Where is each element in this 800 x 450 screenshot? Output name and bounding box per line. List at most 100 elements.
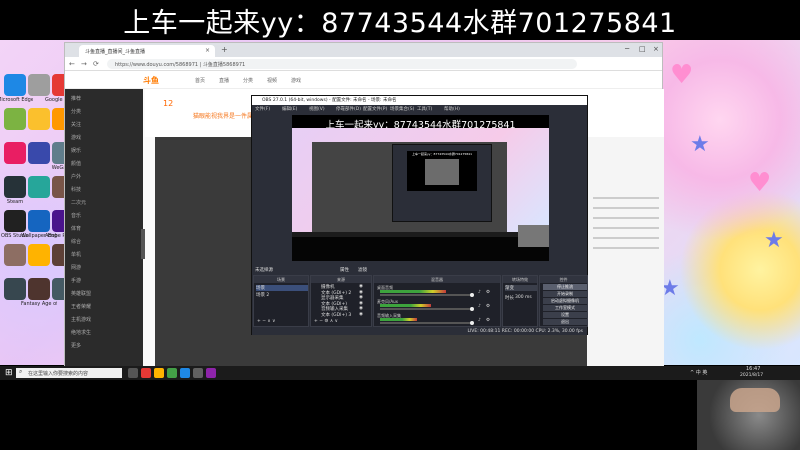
filters-tab[interactable]: 滤镜: [358, 267, 367, 273]
scene-item[interactable]: 场景: [256, 285, 308, 291]
visibility-eye-icon[interactable]: ◉: [359, 290, 363, 295]
clock-time[interactable]: 16:47: [746, 366, 760, 372]
sidebar-item[interactable]: 单机: [71, 251, 81, 258]
forward-button[interactable]: →: [81, 60, 87, 68]
sidebar-item[interactable]: 颜值: [71, 160, 81, 167]
visibility-eye-icon[interactable]: ◉: [359, 301, 363, 306]
chrome-icon[interactable]: [167, 368, 177, 378]
maximize-button[interactable]: □: [639, 45, 646, 53]
back-button[interactable]: ←: [69, 60, 75, 68]
visibility-eye-icon[interactable]: ◉: [359, 306, 363, 311]
gear-icon[interactable]: ⚙: [486, 304, 490, 309]
tab-close-icon[interactable]: ×: [205, 47, 210, 54]
app-icon[interactable]: [4, 244, 26, 266]
app-icon[interactable]: [28, 244, 50, 266]
visibility-eye-icon[interactable]: ◉: [359, 312, 363, 317]
app-icon[interactable]: [206, 368, 216, 378]
sidebar-item[interactable]: 游戏: [71, 134, 81, 141]
browser-icon[interactable]: [141, 368, 151, 378]
edge-icon[interactable]: [4, 74, 26, 96]
volume-slider[interactable]: [380, 294, 472, 296]
sidebar-item[interactable]: 网游: [71, 264, 81, 271]
sidebar-scrollbar[interactable]: [141, 229, 145, 259]
source-item[interactable]: 文本 (GDI+) 3: [321, 312, 351, 318]
sidebar-item[interactable]: 体育: [71, 225, 81, 232]
top-nav-item[interactable]: 分类: [243, 77, 253, 84]
visibility-eye-icon[interactable]: ◉: [359, 284, 363, 289]
volume-slider-handle[interactable]: [470, 321, 474, 325]
control-button[interactable]: 退出: [543, 319, 587, 325]
add-scene-icon[interactable]: + − ∧ ∨: [257, 319, 275, 324]
close-button[interactable]: ×: [653, 45, 659, 53]
obs-menu-item[interactable]: 停靠部件(D): [336, 106, 361, 112]
sidebar-item[interactable]: 二次元: [71, 199, 86, 206]
app-icon[interactable]: [180, 368, 190, 378]
transition-select[interactable]: 渐变: [505, 285, 537, 291]
top-nav-item[interactable]: 游戏: [291, 77, 301, 84]
qq-icon[interactable]: [28, 108, 50, 130]
app-icon[interactable]: [4, 278, 26, 300]
sidebar-item[interactable]: 绝地求生: [71, 329, 91, 336]
tray-icons[interactable]: ^ 中 英: [690, 369, 707, 376]
obs-menu-item[interactable]: 视图(V): [309, 106, 325, 112]
volume-slider[interactable]: [380, 308, 472, 310]
visibility-eye-icon[interactable]: ◉: [359, 295, 363, 300]
top-nav-item[interactable]: 直播: [219, 77, 229, 84]
control-button[interactable]: 设置: [543, 312, 587, 318]
app-icon[interactable]: [4, 142, 26, 164]
sidebar-item[interactable]: 推荐: [71, 95, 81, 102]
url-input[interactable]: https://www.douyu.com/5868971 | 斗鱼直播5868…: [107, 59, 577, 69]
obs-menu-item[interactable]: 场景集合(S): [390, 106, 414, 112]
minimize-button[interactable]: ─: [625, 45, 629, 53]
game-icon[interactable]: [154, 368, 164, 378]
sidebar-item[interactable]: 更多: [71, 342, 81, 349]
sidebar-item[interactable]: 主机游戏: [71, 316, 91, 323]
task-view-icon[interactable]: [128, 368, 138, 378]
new-tab-button[interactable]: +: [221, 45, 228, 54]
obs-menu-item[interactable]: 编辑(E): [282, 106, 297, 112]
sidebar-item[interactable]: 音乐: [71, 212, 81, 219]
control-button[interactable]: 停止推流: [543, 284, 587, 290]
refresh-button[interactable]: ⟳: [93, 60, 99, 68]
app-icon[interactable]: [28, 176, 50, 198]
scene-item[interactable]: 场景 2: [256, 292, 269, 298]
sidebar-item[interactable]: 户外: [71, 173, 81, 180]
speaker-icon[interactable]: ♪: [478, 318, 481, 323]
app-icon[interactable]: [4, 108, 26, 130]
obs-menu-item[interactable]: 文件(F): [255, 106, 270, 112]
browser-tab[interactable]: 斗鱼直播_直播间_斗鱼直播: [79, 45, 215, 57]
top-nav-item[interactable]: 视频: [267, 77, 277, 84]
properties-tab[interactable]: 属性: [340, 267, 349, 273]
obs-menu-item[interactable]: 工具(T): [417, 106, 432, 112]
steam-icon[interactable]: [4, 176, 26, 198]
sidebar-item[interactable]: 科技: [71, 186, 81, 193]
volume-slider[interactable]: [380, 322, 472, 324]
add-source-icon[interactable]: + − ⚙ ∧ ∨: [314, 319, 338, 324]
duration-input[interactable]: 300 ms: [515, 295, 532, 300]
obs-preview[interactable]: 上车一起来yy：87743544水群701275841 上车一起来yy：8774…: [292, 115, 549, 261]
app-icon[interactable]: [28, 142, 50, 164]
control-button[interactable]: 工作室模式: [543, 305, 587, 311]
sidebar-item[interactable]: 手游: [71, 277, 81, 284]
control-button[interactable]: 开始录制: [543, 291, 587, 297]
obs-menu-item[interactable]: 帮助(H): [444, 106, 460, 112]
douyu-logo[interactable]: 斗鱼: [143, 75, 159, 86]
sidebar-item[interactable]: 娱乐: [71, 147, 81, 154]
clock-date[interactable]: 2021/8/17: [740, 373, 763, 378]
speaker-icon[interactable]: ♪: [478, 304, 481, 309]
sidebar-item[interactable]: 关注: [71, 121, 81, 128]
obs-icon[interactable]: [4, 210, 26, 232]
volume-slider-handle[interactable]: [470, 307, 474, 311]
sidebar-item[interactable]: 综合: [71, 238, 81, 245]
sidebar-item[interactable]: 王者荣耀: [71, 303, 91, 310]
volume-slider-handle[interactable]: [470, 293, 474, 297]
sidebar-item[interactable]: 分类: [71, 108, 81, 115]
control-button[interactable]: 启动虚拟摄像机: [543, 298, 587, 304]
speaker-icon[interactable]: ♪: [478, 290, 481, 295]
start-button[interactable]: ⊞: [5, 368, 13, 378]
game-icon[interactable]: [28, 278, 50, 300]
taskbar-search-input[interactable]: 在这里输入你要搜索的内容: [16, 368, 122, 378]
wallpaper-engine-icon[interactable]: [28, 210, 50, 232]
recycle-bin-icon[interactable]: [28, 74, 50, 96]
obs-icon[interactable]: [193, 368, 203, 378]
